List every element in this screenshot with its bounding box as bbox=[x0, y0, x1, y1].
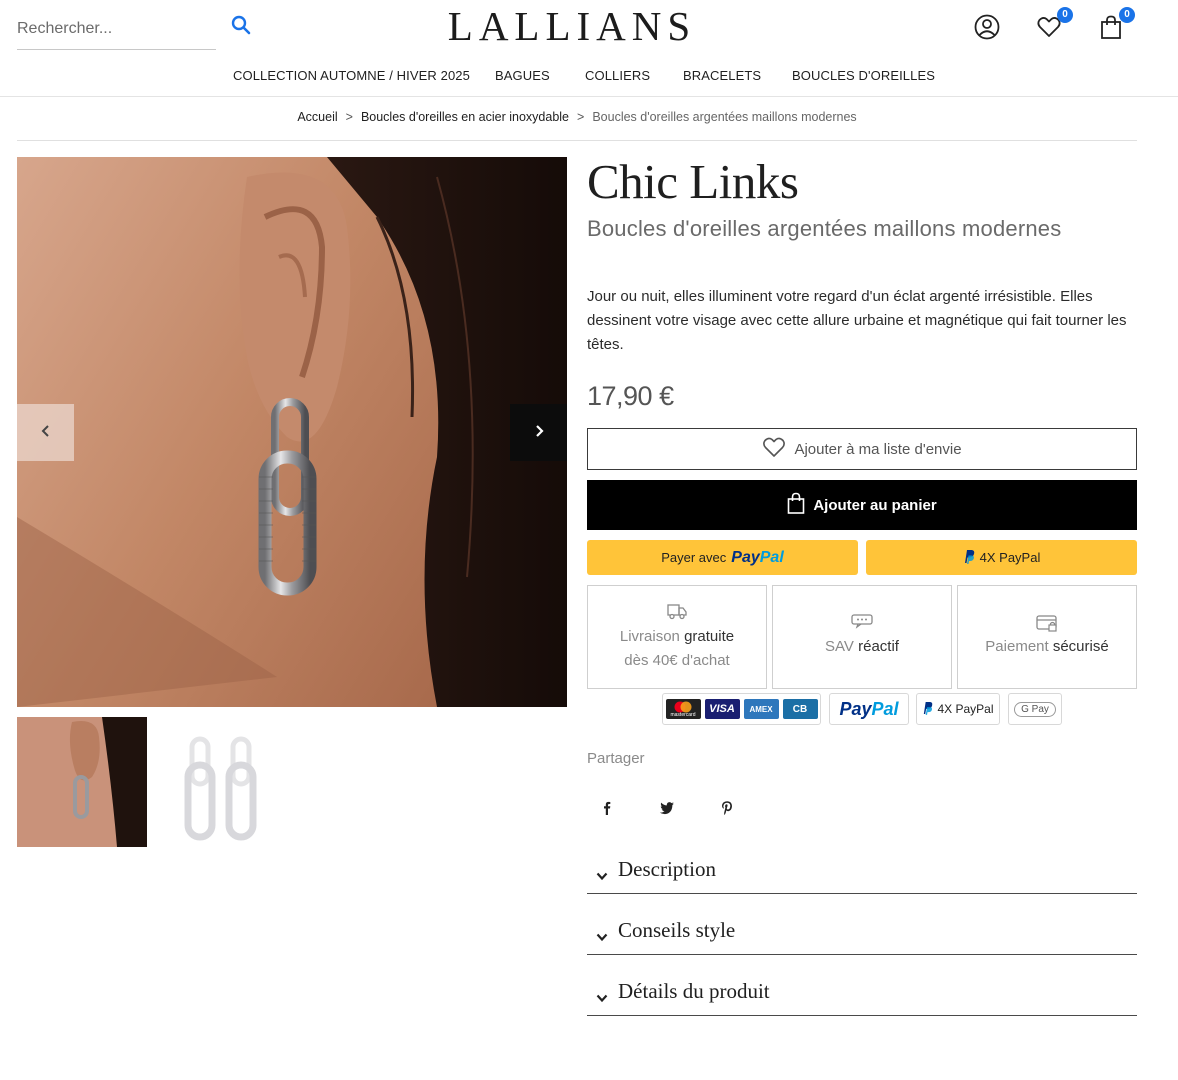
feature-free-delivery: Livraison gratuite dès 40€ d'achat bbox=[587, 585, 767, 689]
add-to-wishlist-button[interactable]: Ajouter à ma liste d'envie bbox=[587, 428, 1137, 470]
nav-item-colliers[interactable]: COLLIERS bbox=[585, 68, 650, 83]
breadcrumb: Accueil > Boucles d'oreilles en acier inox… bbox=[17, 110, 1137, 141]
paypal-wordmark: PayPal bbox=[839, 698, 899, 719]
accordion-product-details-label: Détails du produit bbox=[618, 979, 770, 1003]
google-pay-badge: G Pay bbox=[1008, 693, 1062, 725]
cb-card-icon: CB bbox=[782, 699, 818, 719]
accordion-description[interactable]: Description bbox=[587, 852, 1137, 894]
breadcrumb-current: Boucles d'oreilles argentées maillons mo… bbox=[592, 110, 857, 124]
breadcrumb-category[interactable]: Boucles d'oreilles en acier inoxydable bbox=[361, 110, 569, 124]
chevron-left-icon bbox=[40, 424, 52, 442]
product-main-image[interactable] bbox=[17, 157, 567, 707]
add-to-cart-button[interactable]: Ajouter au panier bbox=[587, 480, 1137, 530]
nav-item-collection[interactable]: COLLECTION AUTOMNE / HIVER 2025 bbox=[233, 68, 470, 83]
breadcrumb-separator: > bbox=[577, 110, 585, 124]
thumbnail-photo-worn bbox=[17, 717, 147, 847]
accordion-product-details[interactable]: Détails du produit bbox=[587, 974, 1137, 1016]
product-photo-earring-worn bbox=[17, 157, 567, 707]
paypal-prefix-label: Payer avec bbox=[661, 550, 727, 565]
paypal-p-icon bbox=[922, 701, 933, 718]
feature-3-text: Paiement bbox=[985, 638, 1053, 655]
heart-icon bbox=[762, 436, 786, 462]
feature-secure-payment: Paiement sécurisé bbox=[957, 585, 1137, 689]
feature-1-line2: dès 40€ d'achat bbox=[624, 652, 730, 669]
amex-icon: AMEX bbox=[743, 699, 779, 719]
product-subtitle: Boucles d'oreilles argentées maillons mo… bbox=[587, 216, 1062, 241]
chat-support-icon bbox=[773, 613, 951, 635]
breadcrumb-separator: > bbox=[345, 110, 353, 124]
gallery-thumbnail-1[interactable] bbox=[17, 717, 147, 847]
gallery-next-button[interactable] bbox=[510, 404, 567, 461]
feature-responsive-support: SAV réactif bbox=[772, 585, 952, 689]
shopping-bag-icon bbox=[787, 492, 805, 518]
facebook-icon[interactable] bbox=[599, 800, 615, 816]
chevron-down-icon bbox=[596, 868, 608, 886]
twitter-icon[interactable] bbox=[659, 800, 675, 816]
paypal-logo: PayPal bbox=[731, 548, 784, 566]
add-to-cart-label: Ajouter au panier bbox=[813, 496, 937, 514]
accordion-style-tips-label: Conseils style bbox=[618, 918, 736, 942]
account-icon[interactable] bbox=[974, 14, 1000, 40]
pinterest-icon[interactable] bbox=[719, 800, 735, 816]
nav-item-boucles[interactable]: BOUCLES D'OREILLES bbox=[792, 68, 935, 83]
feature-2-text: SAV bbox=[825, 638, 859, 655]
nav-item-bracelets[interactable]: BRACELETS bbox=[683, 68, 761, 83]
share-label: Partager bbox=[587, 750, 645, 767]
delivery-truck-icon bbox=[588, 601, 766, 623]
chevron-down-icon bbox=[596, 990, 608, 1008]
paypal-4x-text: 4X PayPal bbox=[937, 702, 994, 716]
accordion-description-label: Description bbox=[618, 857, 716, 881]
feature-1-highlight: gratuite bbox=[684, 628, 735, 645]
secure-card-icon bbox=[958, 613, 1136, 635]
chevron-down-icon bbox=[596, 929, 608, 947]
product-price: 17,90 € bbox=[587, 381, 674, 411]
visa-icon: VISA bbox=[704, 699, 740, 719]
thumbnail-photo-product bbox=[157, 717, 287, 847]
add-to-wishlist-label: Ajouter à ma liste d'envie bbox=[794, 440, 962, 458]
google-pay-icon: G Pay bbox=[1014, 701, 1056, 717]
card-logos: mastercard VISA AMEX CB bbox=[662, 693, 821, 725]
paypal-logo-badge: PayPal bbox=[829, 693, 909, 725]
paypal-4x-badge: 4X PayPal bbox=[916, 693, 1000, 725]
gallery-thumbnail-2[interactable] bbox=[157, 717, 287, 847]
breadcrumb-home[interactable]: Accueil bbox=[297, 110, 337, 124]
chevron-right-icon bbox=[533, 424, 545, 442]
accordion-style-tips[interactable]: Conseils style bbox=[587, 913, 1137, 955]
feature-3-highlight: sécurisé bbox=[1052, 638, 1109, 655]
site-logo[interactable]: LALLIANS bbox=[0, 2, 1144, 50]
wishlist-icon[interactable]: 0 bbox=[1036, 7, 1073, 40]
cart-icon[interactable]: 0 bbox=[1098, 7, 1135, 40]
paypal-4x-label: 4X PayPal bbox=[979, 550, 1041, 565]
site-header: LALLIANS 0 0 COLLECTION AUTOMNE / HIVER … bbox=[0, 0, 1178, 97]
paypal-4x-button[interactable]: 4X PayPal bbox=[866, 540, 1137, 575]
feature-2-highlight: réactif bbox=[858, 638, 899, 655]
feature-1-text: Livraison bbox=[619, 628, 685, 645]
cart-count-badge: 0 bbox=[1119, 7, 1135, 23]
nav-item-bagues[interactable]: BAGUES bbox=[495, 68, 550, 83]
paypal-p-icon bbox=[963, 549, 975, 567]
gallery-prev-button[interactable] bbox=[17, 404, 74, 461]
product-title: Chic Links bbox=[587, 154, 799, 209]
wishlist-count-badge: 0 bbox=[1057, 7, 1073, 23]
product-description: Jour ou nuit, elles illuminent votre reg… bbox=[587, 288, 1127, 353]
paypal-checkout-button[interactable]: Payer avec PayPal bbox=[587, 540, 858, 575]
mastercard-icon: mastercard bbox=[665, 699, 701, 719]
